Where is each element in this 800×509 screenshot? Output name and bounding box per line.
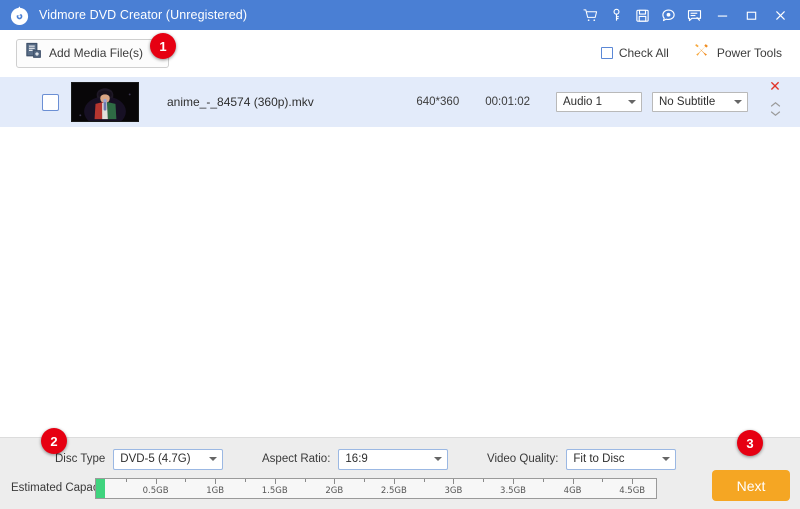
save-icon[interactable]	[630, 3, 655, 27]
capacity-minor-tick	[483, 479, 484, 482]
chevron-down-icon	[628, 100, 636, 104]
capacity-tick-label: 1GB	[206, 486, 224, 496]
video-quality-field: Video Quality: Fit to Disc	[487, 449, 676, 470]
chat-icon[interactable]	[656, 3, 681, 27]
add-media-button[interactable]: Add Media File(s)	[16, 39, 169, 68]
key-icon[interactable]	[604, 3, 629, 27]
capacity-fill	[96, 479, 105, 498]
crossed-tools-icon	[693, 42, 710, 64]
row-actions: ✕	[764, 80, 786, 124]
audio-track-select[interactable]: Audio 1	[556, 92, 642, 112]
capacity-row: Estimated Capacity: 0.5GB1GB1.5GB2GB2.5G…	[0, 478, 800, 502]
capacity-tick	[156, 479, 157, 484]
step-badge-2: 2	[41, 428, 67, 454]
capacity-minor-tick	[424, 479, 425, 482]
table-row[interactable]: anime_-_84574 (360p).mkv 640*360 00:01:0…	[0, 77, 800, 127]
close-button[interactable]	[766, 2, 794, 28]
capacity-tick	[215, 479, 216, 484]
resolution-value: 640*360	[416, 96, 459, 108]
row-checkbox[interactable]	[42, 94, 59, 111]
capacity-tick	[573, 479, 574, 484]
check-all-control[interactable]: Check All	[601, 46, 669, 60]
capacity-tick	[334, 479, 335, 484]
disc-type-select[interactable]: DVD-5 (4.7G)	[113, 449, 223, 470]
capacity-tick-label: 4GB	[564, 486, 582, 496]
chevron-down-icon	[734, 100, 742, 104]
aspect-ratio-field: Aspect Ratio: 16:9	[262, 449, 448, 470]
title-bar-controls	[578, 2, 794, 28]
capacity-minor-tick	[364, 479, 365, 482]
capacity-minor-tick	[126, 479, 127, 482]
settings-row: Disc Type DVD-5 (4.7G) Aspect Ratio: 16:…	[0, 447, 800, 471]
video-quality-select[interactable]: Fit to Disc	[566, 449, 676, 470]
capacity-minor-tick	[543, 479, 544, 482]
media-list: anime_-_84574 (360p).mkv 640*360 00:01:0…	[0, 77, 800, 437]
step-badge-3: 3	[737, 430, 763, 456]
chevron-down-icon	[209, 457, 217, 461]
check-all-checkbox[interactable]	[601, 47, 613, 59]
capacity-tick-label: 2.5GB	[381, 486, 407, 496]
capacity-tick-label: 3GB	[445, 486, 463, 496]
chevron-down-icon	[662, 457, 670, 461]
bottom-panel: Disc Type DVD-5 (4.7G) Aspect Ratio: 16:…	[0, 437, 800, 509]
feedback-icon[interactable]	[682, 3, 707, 27]
capacity-tick-label: 3.5GB	[500, 486, 526, 496]
capacity-bar: 0.5GB 1GB 1.5GB 2GB 2.5GB 3GB 3.5GB 4GB 4.5GB	[95, 478, 657, 499]
chevron-down-icon	[434, 457, 442, 461]
minimize-button[interactable]	[708, 2, 736, 28]
disc-type-field: Disc Type DVD-5 (4.7G)	[55, 449, 223, 470]
audio-track-value: Audio 1	[563, 96, 602, 108]
aspect-ratio-select[interactable]: 16:9	[338, 449, 448, 470]
capacity-tick-label: 1.5GB	[262, 486, 288, 496]
capacity-tick	[275, 479, 276, 484]
check-all-label: Check All	[619, 46, 669, 60]
remove-row-icon[interactable]: ✕	[769, 81, 781, 93]
cart-icon[interactable]	[578, 3, 603, 27]
aspect-ratio-label: Aspect Ratio:	[262, 453, 330, 465]
video-quality-label: Video Quality:	[487, 453, 558, 465]
disc-type-label: Disc Type	[55, 453, 105, 465]
title-bar: Vidmore DVD Creator (Unregistered)	[0, 0, 800, 30]
window-title: Vidmore DVD Creator (Unregistered)	[39, 8, 247, 22]
add-media-label: Add Media File(s)	[49, 46, 143, 60]
video-thumbnail	[71, 82, 139, 122]
maximize-button[interactable]	[737, 2, 765, 28]
capacity-tick-label: 4.5GB	[619, 486, 645, 496]
disc-flame-icon	[9, 5, 30, 26]
capacity-minor-tick	[185, 479, 186, 482]
capacity-tick-label: 0.5GB	[143, 486, 169, 496]
chevron-down-icon[interactable]	[770, 104, 781, 111]
capacity-minor-tick	[602, 479, 603, 482]
capacity-tick	[453, 479, 454, 484]
capacity-tick	[632, 479, 633, 484]
power-tools-button[interactable]: Power Tools	[693, 42, 782, 64]
video-quality-value: Fit to Disc	[573, 453, 624, 465]
power-tools-label: Power Tools	[717, 46, 782, 60]
capacity-tick-label: 2GB	[325, 486, 343, 496]
subtitle-select[interactable]: No Subtitle	[652, 92, 748, 112]
toolbar: Add Media File(s) Check All Power Tools	[0, 30, 800, 77]
capacity-minor-tick	[245, 479, 246, 482]
disc-type-value: DVD-5 (4.7G)	[120, 453, 190, 465]
capacity-tick	[513, 479, 514, 484]
capacity-minor-tick	[305, 479, 306, 482]
chevron-up-icon[interactable]	[770, 95, 781, 102]
aspect-ratio-value: 16:9	[345, 453, 367, 465]
add-file-icon	[25, 42, 42, 64]
duration-value: 00:01:02	[485, 96, 530, 108]
file-name: anime_-_84574 (360p).mkv	[167, 95, 314, 109]
capacity-tick	[394, 479, 395, 484]
application-window: Vidmore DVD Creator (Unregistered)	[0, 0, 800, 509]
next-button[interactable]: Next	[712, 470, 790, 501]
step-badge-1: 1	[150, 33, 176, 59]
subtitle-value: No Subtitle	[659, 96, 715, 108]
